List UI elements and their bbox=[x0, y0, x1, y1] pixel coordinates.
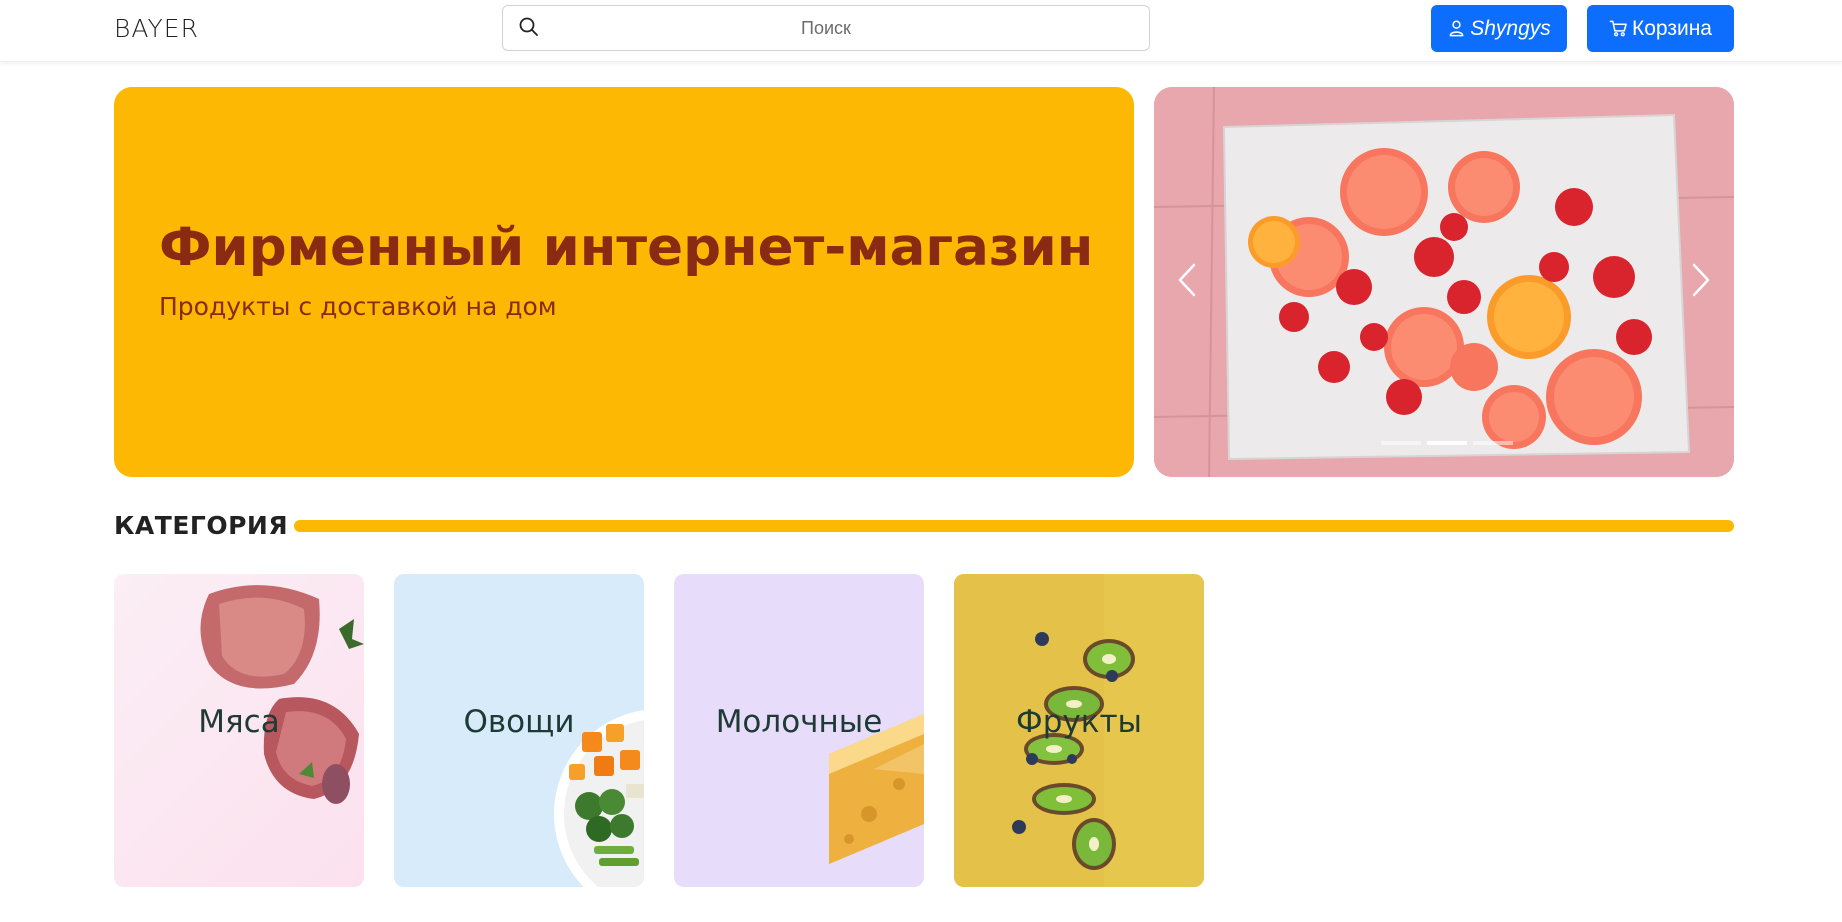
chevron-right-icon[interactable] bbox=[1680, 255, 1720, 305]
carousel-indicators bbox=[1381, 441, 1513, 445]
top-navbar: BAYER Shyngys Корзина bbox=[0, 0, 1842, 62]
category-label: Фрукты bbox=[1016, 704, 1142, 740]
carousel-indicator[interactable] bbox=[1473, 441, 1513, 445]
carousel-slide-image bbox=[1154, 87, 1734, 477]
section-divider bbox=[294, 520, 1734, 532]
carousel-indicator[interactable] bbox=[1427, 441, 1467, 445]
hero-banner: Фирменный интернет-магазин Продукты с до… bbox=[114, 87, 1134, 477]
user-icon bbox=[1449, 20, 1464, 37]
carousel-indicator[interactable] bbox=[1381, 441, 1421, 445]
user-account-button[interactable]: Shyngys bbox=[1431, 5, 1567, 52]
category-label: Молочные bbox=[715, 704, 883, 740]
image-carousel[interactable] bbox=[1154, 87, 1734, 477]
search-icon[interactable] bbox=[517, 15, 541, 39]
site-logo[interactable]: BAYER bbox=[114, 14, 199, 43]
user-name-label: Shyngys bbox=[1470, 16, 1551, 40]
category-card-dairy[interactable]: Молочные bbox=[674, 574, 924, 887]
category-label: Овощи bbox=[463, 704, 575, 740]
category-card-meat[interactable]: Мяса bbox=[114, 574, 364, 887]
chevron-left-icon[interactable] bbox=[1168, 255, 1208, 305]
section-title: КАТЕГОРИЯ bbox=[114, 511, 289, 540]
search-box[interactable] bbox=[502, 5, 1150, 51]
category-card-vegetables[interactable]: Овощи bbox=[394, 574, 644, 887]
cart-button[interactable]: Корзина bbox=[1587, 5, 1734, 52]
hero-title: Фирменный интернет-магазин bbox=[159, 217, 1094, 278]
cart-icon bbox=[1609, 20, 1627, 37]
hero-subtitle: Продукты с доставкой на дом bbox=[159, 292, 557, 321]
search-input[interactable] bbox=[551, 6, 1149, 50]
category-label: Мяса bbox=[198, 704, 280, 740]
cart-label: Корзина bbox=[1632, 16, 1712, 40]
category-card-fruits[interactable]: Фрукты bbox=[954, 574, 1204, 887]
